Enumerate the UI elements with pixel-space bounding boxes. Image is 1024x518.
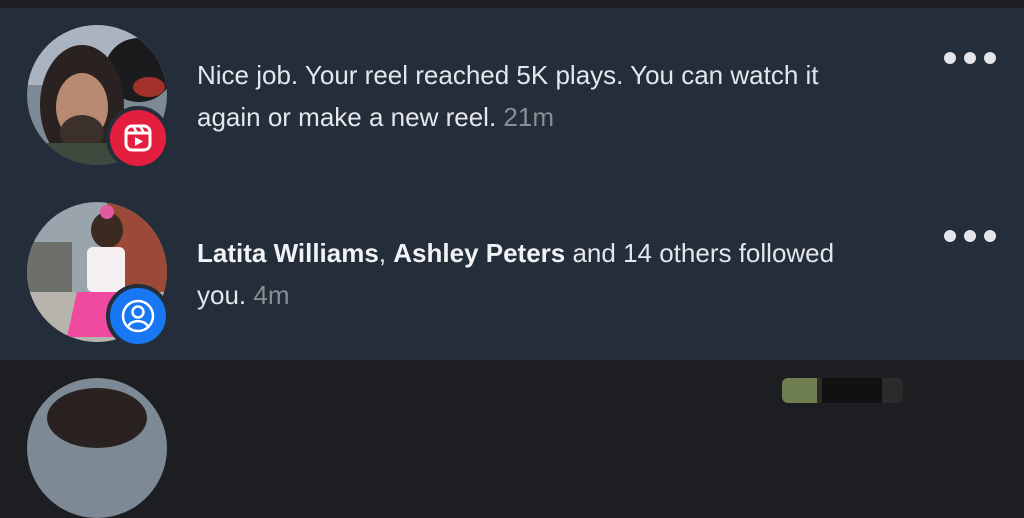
notification-time: 4m	[253, 280, 290, 310]
top-divider	[0, 0, 1024, 8]
user-name-link[interactable]: Ashley Peters	[393, 238, 565, 268]
notification-item-partial[interactable]	[0, 360, 1024, 518]
notification-item[interactable]: Latita Williams, Ashley Peters and 14 ot…	[0, 180, 1024, 360]
more-dot-icon	[964, 230, 976, 242]
more-options-button[interactable]	[944, 48, 996, 68]
separator-text: ,	[378, 238, 394, 268]
more-options-button[interactable]	[944, 226, 996, 246]
user-name-link[interactable]: Latita Williams	[197, 238, 379, 268]
more-dot-icon	[964, 52, 976, 64]
follow-badge	[106, 284, 170, 348]
more-dot-icon	[944, 230, 956, 242]
more-dot-icon	[984, 52, 996, 64]
notification-text: Latita Williams, Ashley Peters and 14 ot…	[197, 232, 877, 316]
person-icon	[121, 299, 155, 333]
notification-time: 21m	[503, 102, 554, 132]
notification-text: Nice job. Your reel reached 5K plays. Yo…	[197, 54, 877, 138]
avatar[interactable]	[27, 378, 167, 518]
reel-icon	[124, 124, 152, 152]
reel-badge	[106, 106, 170, 170]
more-dot-icon	[944, 52, 956, 64]
notification-item[interactable]: Nice job. Your reel reached 5K plays. Yo…	[0, 8, 1024, 180]
more-dot-icon	[984, 230, 996, 242]
post-thumbnail[interactable]	[782, 378, 903, 403]
